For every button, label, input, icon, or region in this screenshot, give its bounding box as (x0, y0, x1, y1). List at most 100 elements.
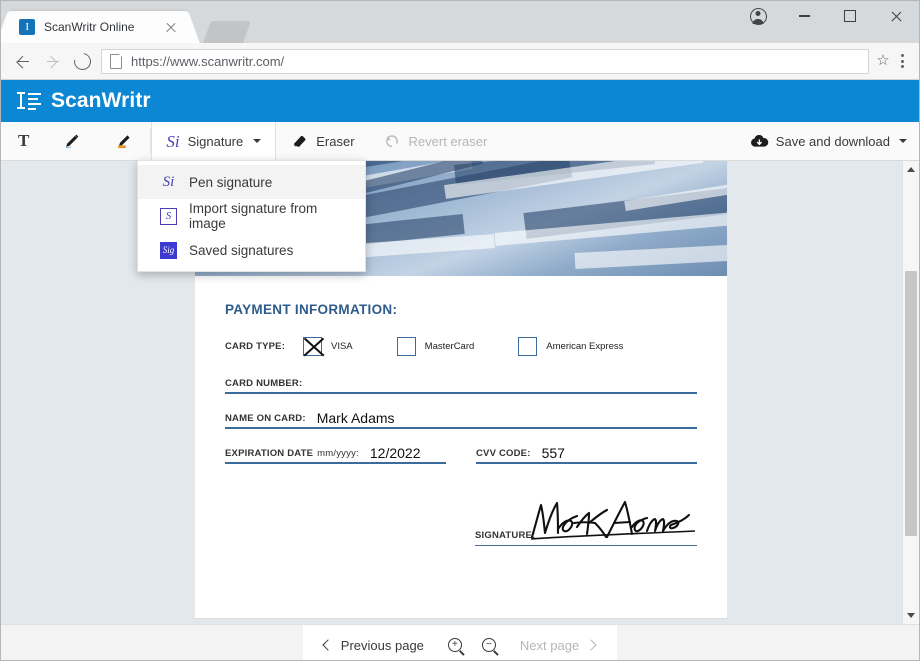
eraser-icon (290, 132, 308, 150)
next-page-label: Next page (520, 638, 579, 653)
browser-tab[interactable]: I ScanWritr Online (9, 11, 187, 43)
pen-signature-icon: Si (160, 174, 177, 191)
menu-item-pen-signature-label: Pen signature (189, 175, 272, 190)
revert-eraser-button[interactable]: Revert eraser (369, 122, 502, 160)
cvv-code-value: 557 (542, 446, 565, 460)
zoom-out-glyph: − (486, 640, 492, 650)
highlighter-icon (115, 132, 133, 150)
url-text: https://www.scanwritr.com/ (131, 54, 284, 69)
zoom-out-button[interactable]: − (472, 625, 506, 661)
app-toolbar: T Si Signature Eraser (1, 122, 919, 161)
signature-menu-button[interactable]: Si Signature (151, 122, 276, 160)
menu-item-pen-signature[interactable]: Si Pen signature (138, 165, 365, 199)
card-number-label: CARD NUMBER: (225, 378, 302, 390)
scanwritr-logo-icon (17, 90, 43, 112)
checkbox-mastercard[interactable] (397, 337, 416, 356)
menu-item-saved-signatures-label: Saved signatures (189, 243, 293, 258)
checkbox-visa-label: VISA (331, 341, 353, 352)
revert-eraser-icon (383, 132, 401, 150)
revert-eraser-label: Revert eraser (409, 134, 488, 149)
checkbox-visa[interactable] (303, 337, 322, 356)
card-type-option-amex[interactable]: American Express (518, 337, 623, 356)
chevron-down-icon (899, 139, 907, 143)
card-type-option-visa[interactable]: VISA (303, 337, 353, 356)
checkbox-amex[interactable] (518, 337, 537, 356)
scanwritr-favicon: I (19, 19, 35, 35)
chevron-down-icon (253, 139, 261, 143)
payment-form: PAYMENT INFORMATION: CARD TYPE: VISA Mas… (195, 276, 727, 546)
scroll-down-arrow-icon[interactable] (903, 607, 919, 624)
window-controls (735, 1, 919, 31)
page-navigation-controls: Previous page + − Next page (303, 625, 617, 661)
pen-tool-button[interactable] (46, 122, 98, 160)
previous-page-button[interactable]: Previous page (309, 638, 438, 653)
tab-title: ScanWritr Online (44, 20, 163, 34)
saved-signatures-icon: Sig (160, 242, 177, 259)
next-page-button[interactable]: Next page (506, 638, 611, 653)
tab-strip: I ScanWritr Online (1, 1, 919, 43)
browser-toolbar: https://www.scanwritr.com/ ☆ (1, 43, 919, 80)
text-tool-button[interactable]: T (1, 122, 46, 160)
cvv-code-field[interactable]: CVV CODE: 557 (476, 439, 697, 464)
save-and-download-button[interactable]: Save and download (736, 122, 919, 160)
previous-page-label: Previous page (341, 638, 424, 653)
card-type-option-mastercard[interactable]: MasterCard (397, 337, 475, 356)
scroll-up-arrow-icon[interactable] (903, 161, 919, 178)
app-header: ScanWritr (1, 80, 919, 122)
menu-item-saved-signatures[interactable]: Sig Saved signatures (138, 233, 365, 267)
minimize-icon[interactable] (781, 1, 827, 31)
signature-field[interactable]: SIGNATURE: (475, 530, 697, 546)
scrollbar-thumb[interactable] (905, 271, 917, 536)
signature-area: SIGNATURE: (225, 530, 697, 546)
expiration-cvv-row: EXPIRATION DATE mm/yyyy: 12/2022 CVV COD… (225, 439, 697, 464)
menu-item-import-signature-label: Import signature from image (189, 201, 351, 231)
toolbar-spacer (501, 122, 736, 160)
expiration-date-field[interactable]: EXPIRATION DATE mm/yyyy: 12/2022 (225, 439, 446, 464)
menu-item-import-signature[interactable]: S Import signature from image (138, 199, 365, 233)
card-type-label: CARD TYPE: (225, 341, 303, 352)
name-on-card-field[interactable]: NAME ON CARD: Mark Adams (225, 404, 697, 429)
reload-icon[interactable] (67, 46, 97, 76)
new-tab-button[interactable] (203, 21, 251, 43)
browser-window: I ScanWritr Online https://www.scanwritr… (0, 0, 920, 661)
maximize-icon[interactable] (827, 1, 873, 31)
expiration-date-value: 12/2022 (370, 446, 421, 460)
app-title: ScanWritr (51, 89, 151, 113)
name-on-card-label: NAME ON CARD: (225, 413, 306, 425)
close-icon[interactable] (873, 1, 919, 31)
name-on-card-value: Mark Adams (317, 411, 395, 425)
cloud-download-icon (750, 134, 769, 148)
card-type-row: CARD TYPE: VISA MasterCard American Expr… (225, 333, 697, 359)
expiration-date-label: EXPIRATION DATE (225, 448, 313, 460)
profile-icon[interactable] (735, 1, 781, 31)
page-info-icon[interactable] (110, 54, 122, 69)
zoom-out-icon: − (482, 638, 496, 652)
page-navigation-bar: Previous page + − Next page (1, 624, 919, 661)
tab-close-icon[interactable] (163, 19, 179, 35)
eraser-label: Eraser (316, 134, 354, 149)
payment-heading: PAYMENT INFORMATION: (225, 302, 697, 317)
card-number-field[interactable]: CARD NUMBER: (225, 369, 697, 394)
address-bar[interactable]: https://www.scanwritr.com/ (101, 49, 869, 74)
signature-dropdown-menu: Si Pen signature S Import signature from… (137, 160, 366, 272)
cvv-code-label: CVV CODE: (476, 448, 531, 460)
pen-icon (63, 132, 81, 150)
chevron-right-icon (588, 641, 597, 650)
back-arrow-icon[interactable] (7, 46, 37, 76)
signature-label: Signature (188, 134, 244, 149)
zoom-in-button[interactable]: + (438, 625, 472, 661)
bookmark-star-icon[interactable]: ☆ (875, 53, 891, 69)
kebab-menu-icon[interactable] (891, 48, 913, 74)
save-and-download-label: Save and download (776, 134, 890, 149)
zoom-in-glyph: + (452, 640, 458, 650)
expiration-date-format: mm/yyyy: (317, 448, 359, 460)
signature-label: SIGNATURE: (475, 530, 535, 541)
forward-arrow-icon[interactable] (37, 46, 67, 76)
eraser-button[interactable]: Eraser (276, 122, 368, 160)
zoom-in-icon: + (448, 638, 462, 652)
signature-icon: Si (166, 133, 179, 150)
chevron-left-icon (323, 641, 332, 650)
highlighter-tool-button[interactable] (98, 122, 150, 160)
vertical-scrollbar[interactable] (902, 161, 919, 624)
checkbox-amex-label: American Express (546, 341, 623, 352)
